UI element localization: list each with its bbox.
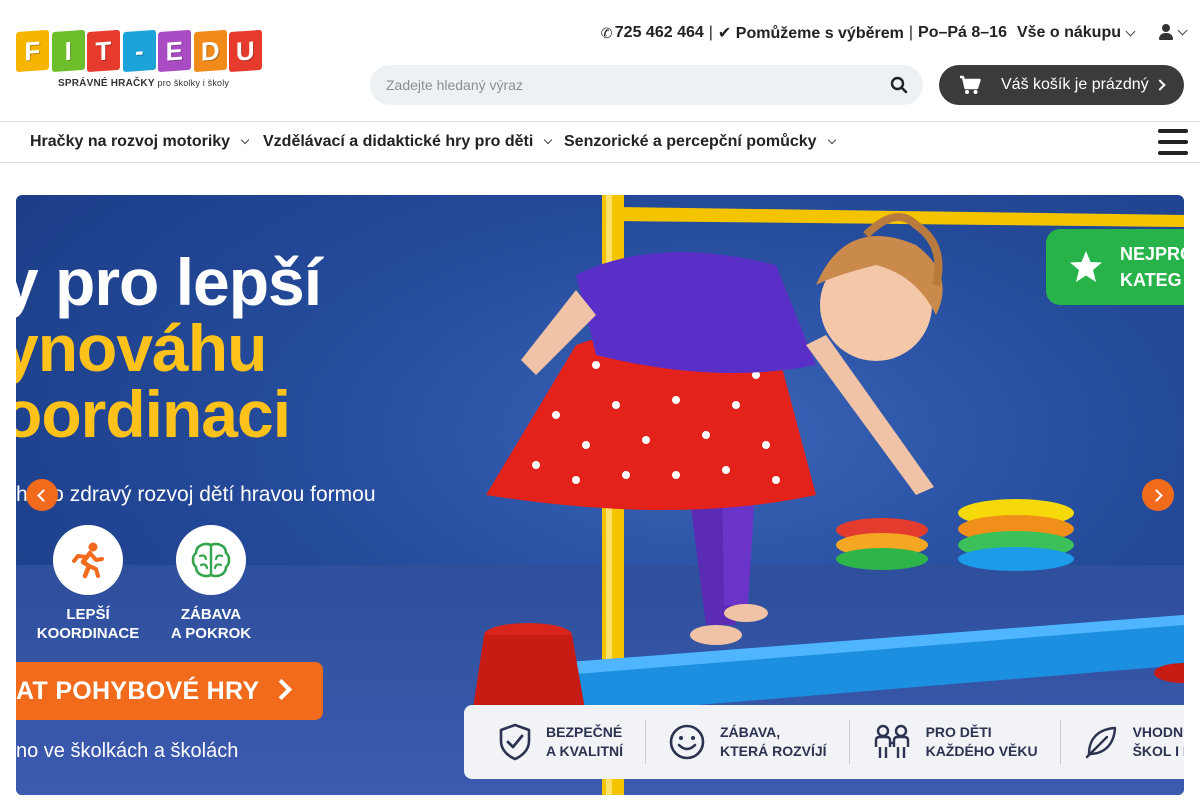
shield-check-icon bbox=[499, 723, 531, 761]
banner-footnote: no ve školkách a školách bbox=[16, 740, 239, 762]
logo-letter: I bbox=[51, 29, 85, 73]
cta-label: AT POHYBOVÉ HRY bbox=[16, 676, 260, 705]
chevron-right-icon bbox=[1154, 79, 1166, 91]
benefit-label-line: A KVALITNÍ bbox=[546, 743, 623, 759]
benefit-label: BEZPEČNÉ A KVALITNÍ bbox=[546, 723, 623, 761]
site-logo[interactable]: F I T - E D U SPRÁVNÉ HRAČKY pro školky … bbox=[16, 28, 263, 94]
banner-headline-line2: ynováhu bbox=[16, 311, 267, 385]
hamburger-line bbox=[1158, 129, 1188, 133]
benefit-label: ZÁBAVA, KTERÁ ROZVÍJÍ bbox=[720, 723, 827, 761]
search-bar bbox=[370, 65, 923, 105]
logo-tagline-main: SPRÁVNÉ HRAČKY bbox=[58, 78, 155, 89]
nav-item-motor-toys[interactable]: Hračky na rozvoj motoriky bbox=[30, 122, 250, 162]
benefit-label: VHODNÉ PRO ŠKOL I DO bbox=[1133, 723, 1184, 761]
logo-tagline-small: pro školky i školy bbox=[157, 78, 230, 88]
family-icon bbox=[874, 724, 909, 758]
user-icon bbox=[1159, 24, 1173, 40]
user-account-menu[interactable] bbox=[1159, 24, 1188, 40]
leaf-icon bbox=[1085, 726, 1116, 759]
badge-text: NEJPRO KATEG bbox=[1120, 241, 1184, 293]
hamburger-menu-icon[interactable] bbox=[1158, 129, 1188, 155]
benefit-label-line: KTERÁ ROZVÍJÍ bbox=[720, 743, 827, 759]
running-person-icon bbox=[72, 542, 104, 579]
banner-subline: h pro zdravý rozvoj dětí hravou formou bbox=[16, 483, 376, 506]
benefit-label: PRO DĚTI KAŽDÉHO VĚKU bbox=[926, 723, 1038, 761]
benefit-all-ages: PRO DĚTI KAŽDÉHO VĚKU bbox=[850, 720, 1061, 764]
badge-line: KATEG bbox=[1120, 270, 1182, 290]
main-navigation: Hračky na rozvoj motoriky Vzdělávací a d… bbox=[0, 121, 1200, 163]
hamburger-line bbox=[1158, 140, 1188, 144]
search-input[interactable] bbox=[370, 65, 879, 105]
banner-headline-line3: oordinaci bbox=[16, 377, 291, 451]
feature-label-line: LEPŠÍ bbox=[66, 606, 110, 623]
smiley-icon bbox=[669, 724, 705, 760]
feature-label: ZÁBAVA A POKROK bbox=[151, 605, 271, 643]
logo-letter: - bbox=[122, 29, 156, 73]
logo-letter: D bbox=[193, 29, 227, 73]
help-text: ✔ Pomůžeme s výběrem bbox=[717, 25, 904, 42]
benefit-label-line: VHODNÉ PRO bbox=[1132, 724, 1184, 740]
benefit-fun-develops: ZÁBAVA, KTERÁ ROZVÍJÍ bbox=[646, 720, 850, 764]
chevron-down-icon bbox=[240, 135, 250, 145]
badge-line: NEJPRO bbox=[1120, 244, 1184, 264]
feature-label-line: KOORDINACE bbox=[36, 625, 140, 642]
benefit-label-line: KAŽDÉHO VĚKU bbox=[925, 743, 1038, 759]
benefit-label-line: PRO DĚTI bbox=[925, 724, 992, 740]
banner-headline-line1: y pro lepší bbox=[16, 245, 322, 319]
logo-letter: U bbox=[229, 29, 263, 73]
cart-button[interactable]: Váš košík je prázdný bbox=[939, 65, 1184, 105]
brain-icon bbox=[191, 542, 231, 578]
cta-button[interactable]: AT POHYBOVÉ HRY bbox=[16, 662, 323, 720]
nav-item-label: Vzdělávací a didaktické hry pro děti bbox=[263, 133, 534, 150]
best-categories-badge[interactable]: NEJPRO KATEG bbox=[1046, 229, 1184, 305]
search-button[interactable] bbox=[879, 65, 919, 105]
star-icon bbox=[1070, 251, 1102, 282]
contact-bar: ✆ 725 462 464 | ✔ Pomůžeme s výběrem | P… bbox=[600, 22, 1136, 44]
logo-letter: E bbox=[158, 29, 191, 73]
nav-item-label: Hračky na rozvoj motoriky bbox=[30, 133, 231, 150]
slider-prev-button[interactable] bbox=[26, 479, 58, 511]
about-shopping-menu[interactable]: Vše o nákupu bbox=[1016, 24, 1136, 42]
benefit-label-line: ZÁBAVA, bbox=[720, 724, 781, 740]
benefit-schools: VHODNÉ PRO ŠKOL I DO bbox=[1061, 720, 1184, 764]
nav-item-educational-games[interactable]: Vzdělávací a didaktické hry pro děti bbox=[263, 122, 553, 162]
nav-item-sensory-aids[interactable]: Senzorické a percepční pomůcky bbox=[564, 122, 836, 162]
logo-letter: T bbox=[87, 29, 120, 73]
about-shopping-label: Vše o nákupu bbox=[1016, 24, 1121, 41]
feature-fun-progress: ZÁBAVA A POKROK bbox=[151, 525, 271, 643]
logo-tagline: SPRÁVNÉ HRAČKY pro školky i školy bbox=[16, 78, 262, 89]
logo-letter: F bbox=[16, 29, 49, 73]
chevron-down-icon bbox=[827, 135, 836, 145]
separator: | bbox=[708, 24, 713, 41]
logo-blocks: F I T - E D U bbox=[16, 28, 263, 74]
nav-item-label: Senzorické a percepční pomůcky bbox=[564, 133, 817, 150]
phone-number[interactable]: 725 462 464 bbox=[615, 24, 704, 42]
feature-icon-circle bbox=[176, 525, 246, 595]
chevron-right-icon bbox=[270, 678, 293, 701]
benefit-label-line: BEZPEČNÉ bbox=[546, 724, 623, 740]
site-header: F I T - E D U SPRÁVNÉ HRAČKY pro školky … bbox=[0, 0, 1200, 121]
chevron-down-icon bbox=[544, 135, 553, 145]
phone-icon: ✆ bbox=[600, 24, 613, 41]
hero-banner-slide[interactable]: y pro lepší ynováhu oordinaci h pro zdra… bbox=[16, 195, 1184, 795]
feature-label-line: ZÁBAVA bbox=[180, 606, 242, 623]
feature-coordination: LEPŠÍ KOORDINACE bbox=[28, 525, 148, 643]
benefit-safe-quality: BEZPEČNÉ A KVALITNÍ bbox=[464, 720, 646, 764]
feature-label-line: A POKROK bbox=[170, 625, 252, 642]
benefits-strip: BEZPEČNÉ A KVALITNÍ ZÁBAVA, KTERÁ ROZVÍJ… bbox=[464, 705, 1184, 779]
benefit-label-line: ŠKOL I DO bbox=[1132, 743, 1184, 759]
search-icon bbox=[890, 76, 908, 94]
chevron-down-icon bbox=[1177, 25, 1188, 35]
feature-label: LEPŠÍ KOORDINACE bbox=[28, 605, 148, 643]
cart-icon bbox=[960, 75, 981, 94]
opening-hours: Po–Pá 8–16 bbox=[918, 24, 1007, 41]
separator: | bbox=[908, 24, 914, 41]
feature-icon-circle bbox=[53, 525, 123, 595]
chevron-down-icon bbox=[1125, 26, 1136, 36]
hamburger-line bbox=[1158, 151, 1188, 155]
cart-label: Váš košík je prázdný bbox=[1001, 76, 1149, 93]
slider-next-button[interactable] bbox=[1142, 479, 1174, 511]
